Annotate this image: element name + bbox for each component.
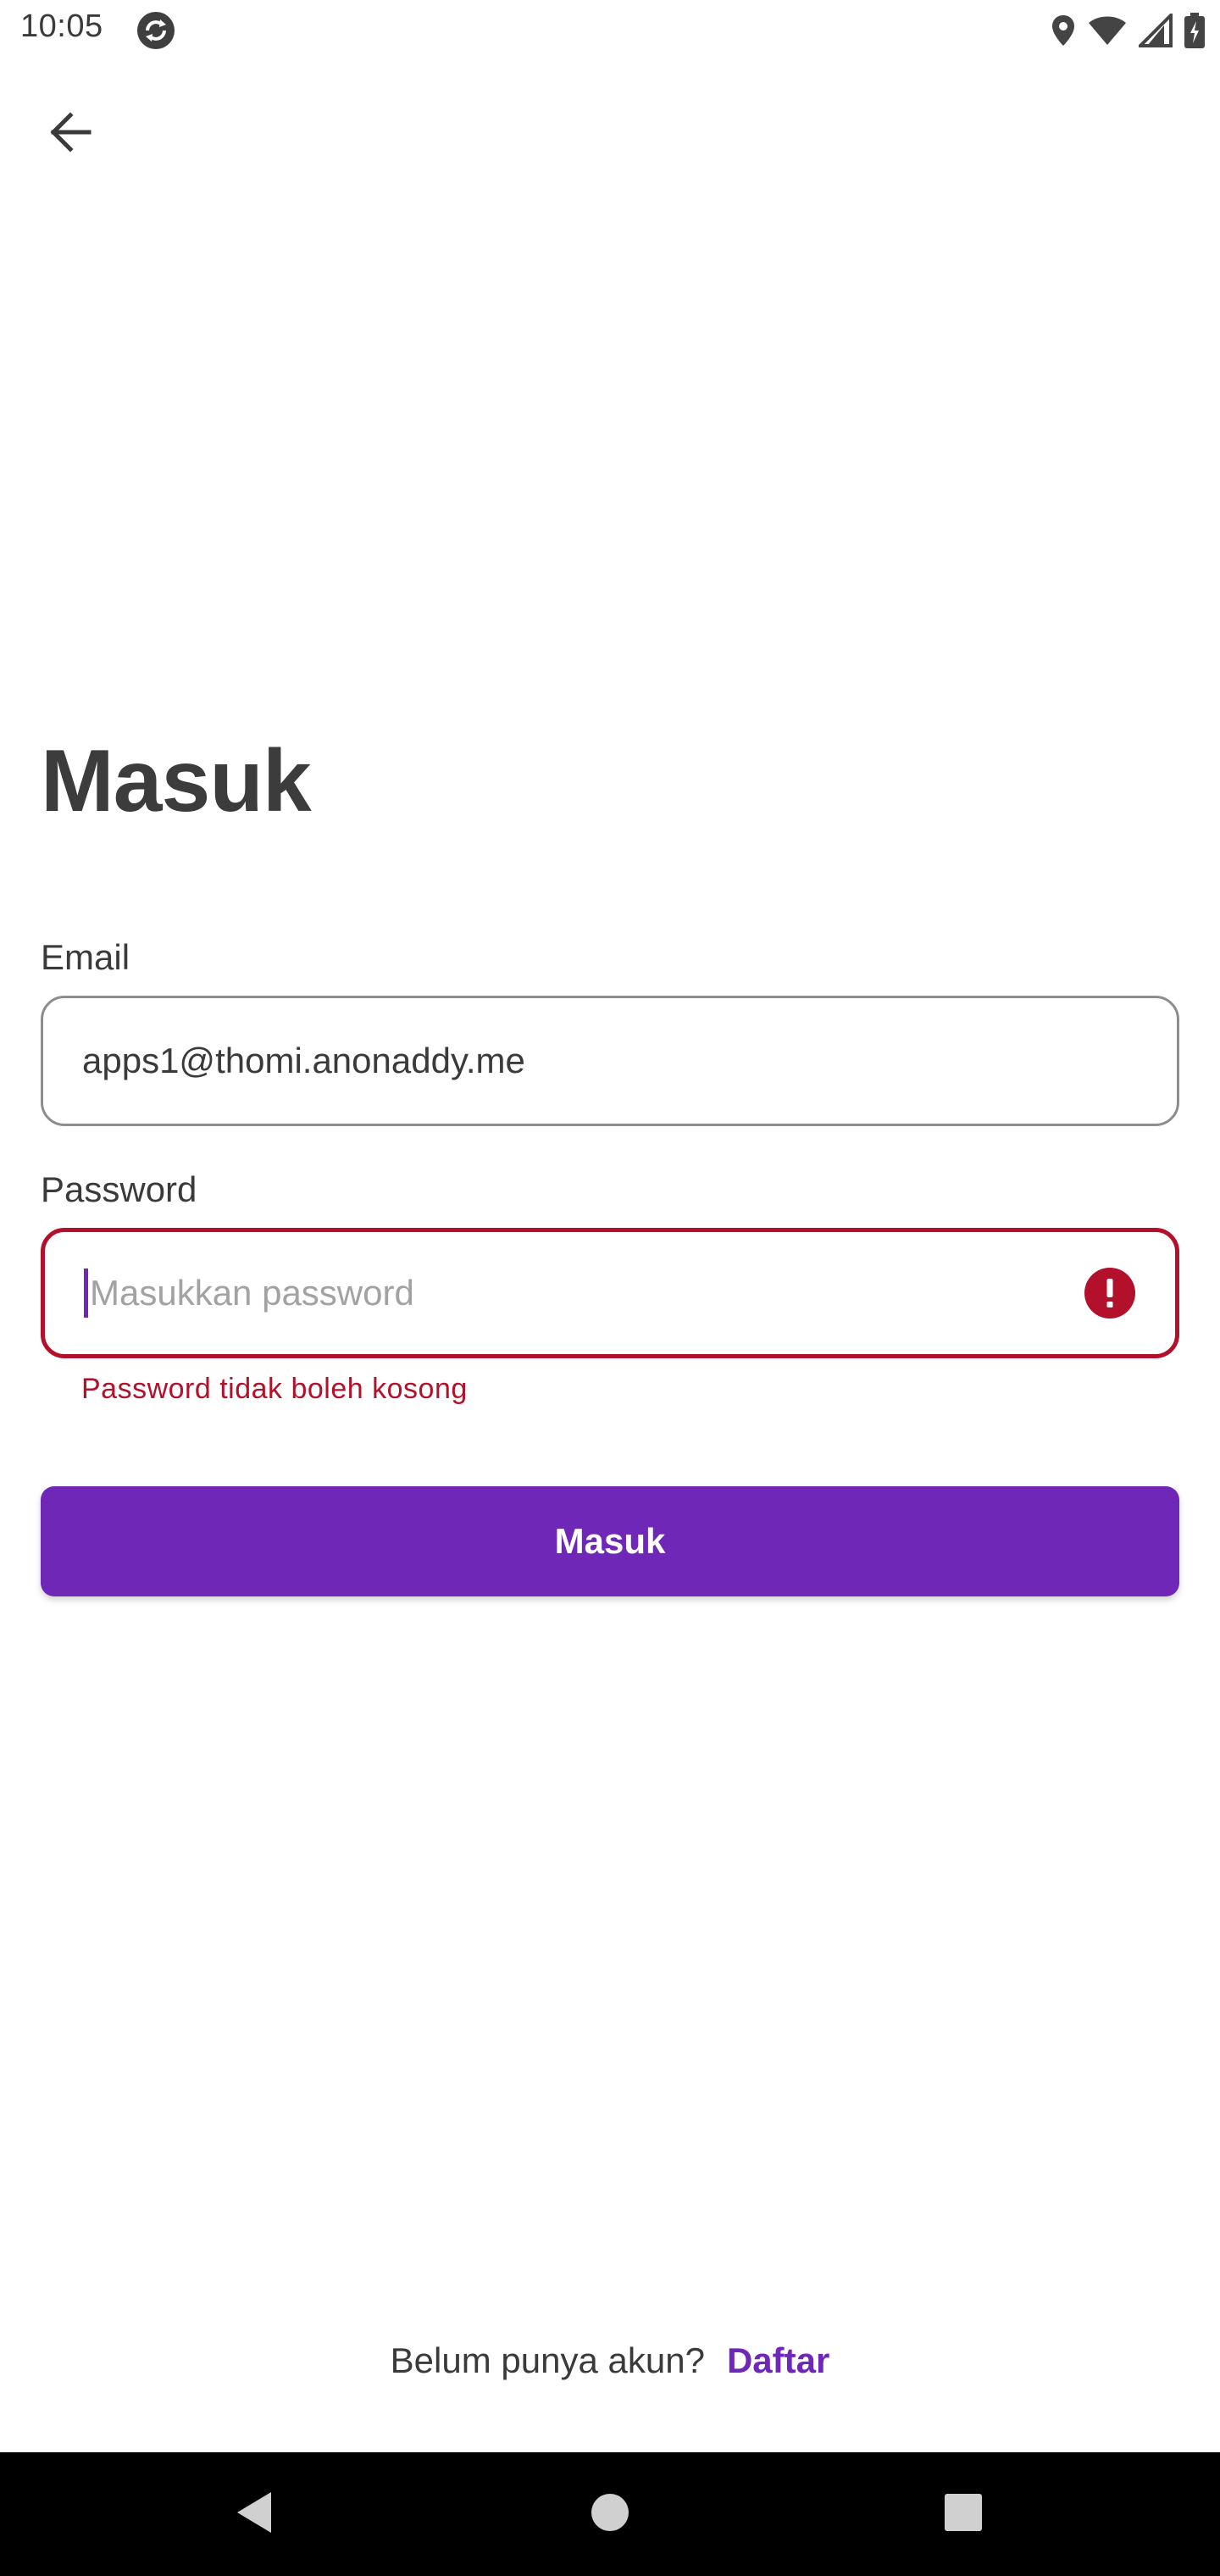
status-bar: 10:05: [0, 0, 1220, 61]
login-button[interactable]: Masuk: [41, 1486, 1179, 1596]
password-placeholder: Masukkan password: [90, 1273, 414, 1313]
password-input[interactable]: Masukkan password: [84, 1269, 1084, 1318]
status-time: 10:05: [20, 8, 103, 44]
back-triangle-icon: [234, 2490, 274, 2539]
signup-link[interactable]: Daftar: [727, 2340, 829, 2381]
navigation-bar: [0, 2452, 1220, 2576]
nav-back-button[interactable]: [186, 2452, 322, 2576]
email-value: apps1@thomi.anonaddy.me: [82, 1041, 525, 1080]
email-field[interactable]: apps1@thomi.anonaddy.me: [41, 996, 1179, 1126]
battery-icon: [1184, 13, 1205, 48]
location-icon: [1051, 14, 1076, 47]
wifi-icon: [1088, 14, 1127, 47]
password-error-message: Password tidak boleh kosong: [81, 1373, 468, 1405]
email-label: Email: [41, 937, 130, 977]
signal-icon: [1139, 14, 1173, 47]
signup-prompt: Belum punya akun?: [390, 2340, 705, 2380]
text-cursor: [84, 1269, 88, 1318]
page-title: Masuk: [41, 732, 312, 830]
home-circle-icon: [591, 2493, 629, 2536]
status-icons: [1051, 12, 1205, 49]
password-label: Password: [41, 1169, 197, 1209]
error-icon: [1084, 1267, 1136, 1319]
password-field[interactable]: Masukkan password: [41, 1228, 1179, 1358]
back-button[interactable]: [34, 97, 107, 170]
sync-icon: [136, 10, 176, 51]
arrow-left-icon: [47, 108, 94, 160]
nav-home-button[interactable]: [542, 2452, 678, 2576]
signup-row: Belum punya akun? Daftar: [0, 2340, 1220, 2381]
nav-recents-button[interactable]: [896, 2452, 1031, 2576]
recents-square-icon: [944, 2493, 983, 2536]
